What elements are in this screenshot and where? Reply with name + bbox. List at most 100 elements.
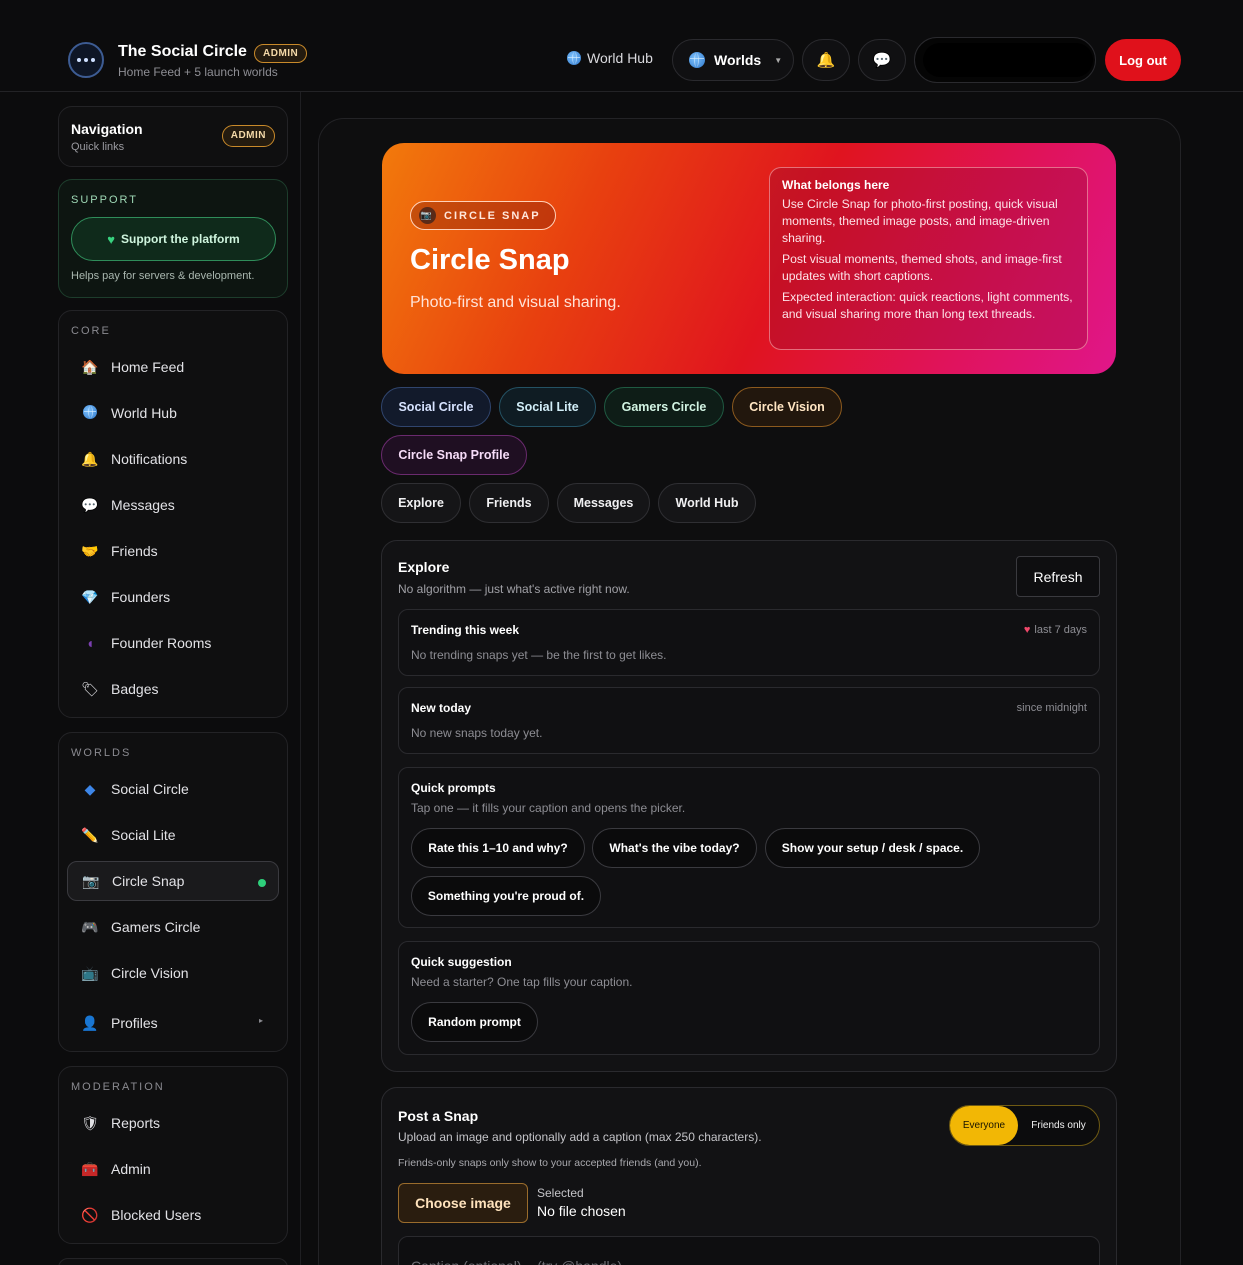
sidebar-item-label: Messages (111, 497, 175, 513)
random-prompt-button[interactable]: Random prompt (411, 1002, 538, 1042)
user-menu[interactable] (914, 37, 1096, 83)
chip-world-hub[interactable]: World Hub (658, 483, 756, 523)
sidebar-item-badges[interactable]: 🏷 Badges (67, 669, 279, 709)
support-platform-button[interactable]: ♥ Support the platform (71, 217, 276, 261)
sidebar-item-label: Notifications (111, 451, 188, 467)
blue-diamond-icon: ◆ (84, 780, 96, 797)
trending-title: Trending this week (411, 623, 520, 637)
chip-explore[interactable]: Explore (381, 483, 461, 523)
sidebar-item-reports[interactable]: 🛡 Reports (67, 1103, 279, 1143)
new-today-title: New today (411, 701, 472, 715)
admin-badge: ADMIN (221, 125, 275, 147)
visibility-toggle: Everyone Friends only (949, 1105, 1100, 1146)
heart-icon: ♥ (1023, 624, 1031, 636)
choose-image-button[interactable]: Choose image (398, 1183, 528, 1223)
house-icon: 🏠 (81, 358, 99, 375)
sidebar-item-label: Founders (111, 589, 171, 605)
sidebar-item-friends[interactable]: 🤝 Friends (67, 531, 279, 571)
new-today-meta: since midnight (1016, 702, 1087, 714)
prompt-button[interactable]: Rate this 1–10 and why? (411, 828, 585, 868)
box-title: What belongs here (782, 178, 890, 192)
bell-icon: 🔔 (816, 52, 836, 69)
box-paragraph: Expected interaction: quick reactions, l… (782, 290, 1073, 321)
prompt-button[interactable]: Something you're proud of. (411, 876, 601, 916)
sidebar-item-home-feed[interactable]: 🏠 Home Feed (67, 347, 279, 387)
sidebar-item-world-hub[interactable]: World Hub (67, 393, 279, 433)
brand-subtitle: Home Feed + 5 launch worlds (118, 65, 278, 79)
quick-prompts-subtitle: Tap one — it fills your caption and open… (411, 801, 686, 815)
shield-icon: 🛡 (81, 1114, 99, 1131)
person-icon: 👤 (81, 1014, 99, 1031)
chip-friends[interactable]: Friends (469, 483, 549, 523)
worlds-heading: WORLDS (71, 747, 132, 759)
trending-meta-label: last 7 days (1034, 624, 1087, 636)
tv-icon: 📺 (81, 964, 99, 981)
post-note: Friends-only snaps only show to your acc… (398, 1157, 702, 1169)
sidebar-item-circle-vision[interactable]: 📺 Circle Vision (67, 953, 279, 993)
globe-icon (81, 404, 99, 422)
sidebar-item-label: Profiles (111, 1015, 158, 1031)
worlds-dropdown[interactable]: Worlds ▼ (672, 39, 794, 81)
notifications-button[interactable]: 🔔 (802, 39, 850, 81)
brand-logo[interactable] (68, 42, 104, 78)
prompt-button[interactable]: Show your setup / desk / space. (765, 828, 980, 868)
sidebar-item-label: Social Circle (111, 781, 189, 797)
core-section: CORE 🏠 Home Feed World Hub 🔔 Notifications… (58, 310, 288, 718)
prompt-button[interactable]: What's the vibe today? (592, 828, 757, 868)
sidebar-item-social-lite[interactable]: ✏️ Social Lite (67, 815, 279, 855)
page-subtitle: Photo-first and visual sharing. (410, 294, 621, 311)
what-belongs-here-box: What belongs here Use Circle Snap for ph… (769, 167, 1088, 350)
sidebar-item-label: Badges (111, 681, 159, 697)
quick-suggestion-title: Quick suggestion (411, 955, 512, 969)
sidebar-item-social-circle[interactable]: ◆ Social Circle (67, 769, 279, 809)
chip-circle-snap-profile[interactable]: Circle Snap Profile (381, 435, 527, 475)
sidebar-item-admin[interactable]: 🧰 Admin (67, 1149, 279, 1189)
refresh-button[interactable]: Refresh (1016, 556, 1100, 597)
sidebar-item-messages[interactable]: 💬 Messages (67, 485, 279, 525)
sidebar-item-label: Admin (111, 1161, 151, 1177)
visibility-friends-only[interactable]: Friends only (1018, 1120, 1099, 1131)
support-heading: SUPPORT (71, 194, 138, 206)
door-icon: ◖ (85, 635, 95, 651)
chip-social-circle[interactable]: Social Circle (381, 387, 491, 427)
sidebar-item-label: Circle Vision (111, 965, 189, 981)
sidebar-item-blocked-users[interactable]: 🚫 Blocked Users (67, 1195, 279, 1235)
navigation-subtitle: Quick links (71, 141, 125, 153)
logout-button[interactable]: Log out (1105, 39, 1181, 81)
box-paragraph: Post visual moments, themed shots, and i… (782, 252, 1062, 283)
world-hub-link[interactable]: World Hub (567, 50, 653, 66)
worlds-label: Worlds (714, 52, 762, 68)
brand-title[interactable]: The Social Circle (118, 43, 247, 61)
sidebar-item-label: Blocked Users (111, 1207, 202, 1223)
sidebar-item-notifications[interactable]: 🔔 Notifications (67, 439, 279, 479)
world-hub-label: World Hub (587, 50, 653, 66)
sidebar-item-label: World Hub (111, 405, 177, 421)
sidebar-item-profiles[interactable]: 👤 Profiles ▸ (67, 1003, 279, 1043)
sidebar-item-founder-rooms[interactable]: ◖ Founder Rooms (67, 623, 279, 663)
sidebar-item-gamers-circle[interactable]: 🎮 Gamers Circle (67, 907, 279, 947)
box-paragraph: Use Circle Snap for photo-first posting,… (782, 197, 1058, 245)
visibility-everyone[interactable]: Everyone (950, 1106, 1018, 1145)
chip-circle-vision[interactable]: Circle Vision (732, 387, 842, 427)
new-today-empty: No new snaps today yet. (411, 726, 543, 740)
new-today-card: New today since midnight No new snaps to… (398, 687, 1100, 754)
navigation-card: Navigation Quick links ADMIN (58, 106, 288, 167)
support-button-label: Support the platform (121, 232, 240, 246)
caption-input[interactable] (398, 1236, 1100, 1265)
sidebar-item-founders[interactable]: 💎 Founders (67, 577, 279, 617)
explore-subtitle: No algorithm — just what's active right … (398, 582, 630, 596)
chip-messages[interactable]: Messages (557, 483, 650, 523)
speech-bubble-icon: 💬 (872, 52, 892, 69)
navigation-title: Navigation (71, 121, 143, 137)
support-note: Helps pay for servers & development. (71, 270, 255, 282)
messages-button[interactable]: 💬 (858, 39, 906, 81)
speech-bubble-icon: 💬 (81, 496, 99, 513)
chip-social-lite[interactable]: Social Lite (499, 387, 596, 427)
support-card: SUPPORT ♥ Support the platform Helps pay… (58, 179, 288, 298)
moderation-heading: MODERATION (71, 1081, 165, 1093)
sidebar-item-circle-snap[interactable]: 📷 Circle Snap (67, 861, 279, 901)
hero-banner: 📷 CIRCLE SNAP Circle Snap Photo-first an… (382, 143, 1116, 374)
handshake-icon: 🤝 (81, 542, 99, 559)
sidebar-item-label: Circle Snap (112, 873, 185, 889)
chip-gamers-circle[interactable]: Gamers Circle (604, 387, 724, 427)
